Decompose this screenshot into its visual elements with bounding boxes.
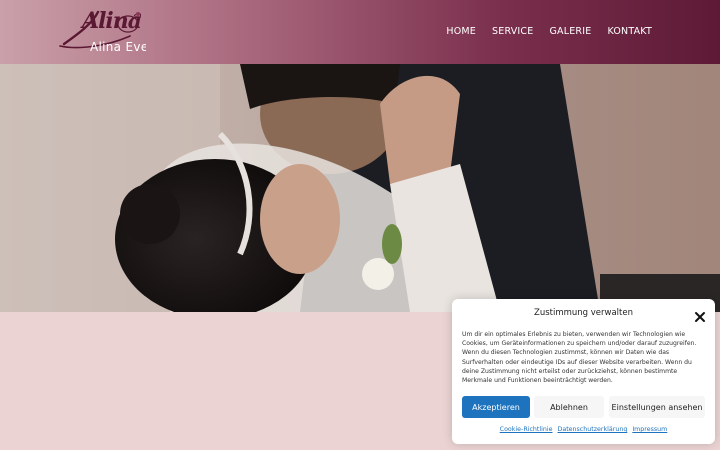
nav-home[interactable]: HOME xyxy=(446,26,476,37)
accept-button[interactable]: Akzeptieren xyxy=(462,396,530,418)
close-icon[interactable] xyxy=(694,308,706,322)
consent-title: Zustimmung verwalten xyxy=(534,308,633,318)
nav-kontakt[interactable]: KONTAKT xyxy=(607,26,652,37)
nav-service[interactable]: SERVICE xyxy=(492,26,533,37)
privacy-policy-link[interactable]: Datenschutzerklärung xyxy=(557,426,627,433)
site-logo[interactable]: Alina Alina Events xyxy=(58,6,148,58)
hero-image xyxy=(0,64,720,312)
consent-body-text: Um dir ein optimales Erlebnis zu bieten,… xyxy=(462,331,697,385)
nav-galerie[interactable]: GALERIE xyxy=(549,26,591,37)
logo-script-text: Alina xyxy=(82,8,142,34)
consent-links: Cookie-Richtlinie Datenschutzerklärung I… xyxy=(452,426,715,433)
main-nav: HOME SERVICE GALERIE KONTAKT xyxy=(446,26,652,37)
site-header: Alina Alina Events HOME SERVICE GALERIE … xyxy=(0,0,720,64)
imprint-link[interactable]: Impressum xyxy=(632,426,667,433)
logo-text: Alina Events xyxy=(90,40,146,54)
cookie-policy-link[interactable]: Cookie-Richtlinie xyxy=(500,426,553,433)
cookie-consent-dialog: Zustimmung verwalten Um dir ein optimale… xyxy=(452,299,715,444)
view-settings-button[interactable]: Einstellungen ansehen xyxy=(609,396,705,418)
deny-button[interactable]: Ablehnen xyxy=(534,396,604,418)
